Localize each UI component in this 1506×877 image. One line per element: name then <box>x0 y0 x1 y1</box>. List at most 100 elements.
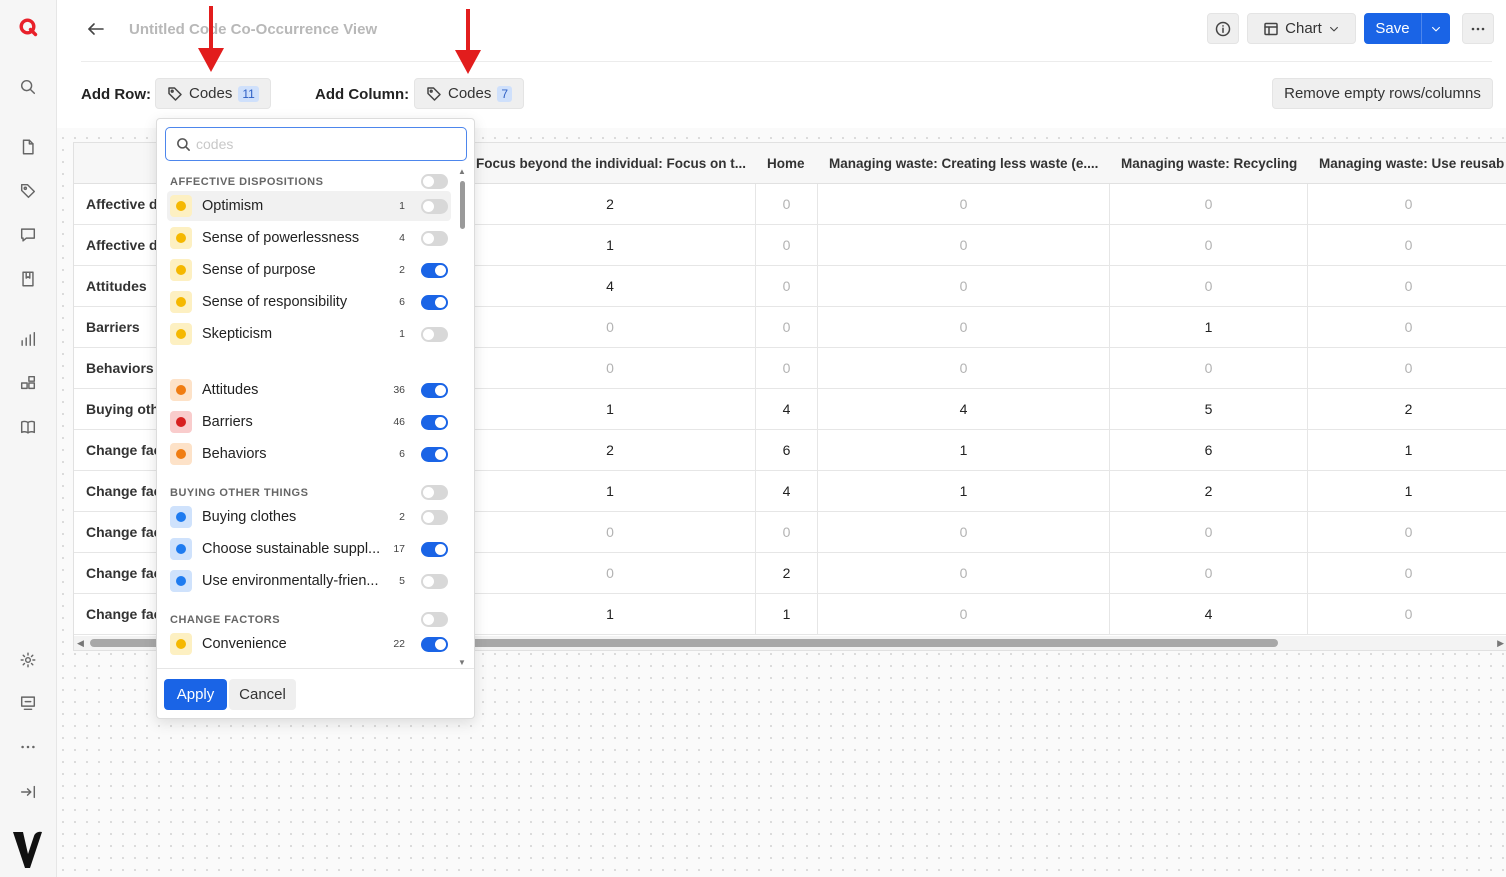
table-cell[interactable]: 0 <box>1109 348 1307 388</box>
table-cell[interactable]: 2 <box>464 430 755 470</box>
row-label[interactable]: Attitudes <box>86 266 147 306</box>
comment-icon[interactable] <box>17 224 39 246</box>
save-button[interactable]: Save <box>1364 13 1421 44</box>
toggle-switch[interactable] <box>421 415 448 430</box>
table-cell[interactable]: 0 <box>1307 348 1506 388</box>
row-label[interactable]: Change fac <box>86 594 161 634</box>
table-cell[interactable]: 0 <box>817 266 1109 306</box>
table-cell[interactable]: 0 <box>1307 594 1506 634</box>
table-cell[interactable]: 0 <box>755 225 817 265</box>
codes-list-scrollbar[interactable]: ▲ ▼ <box>458 167 468 667</box>
table-cell[interactable]: 0 <box>1307 184 1506 224</box>
code-item[interactable]: Sense of powerlessness 4 <box>167 223 451 253</box>
table-cell[interactable]: 0 <box>755 512 817 552</box>
table-cell[interactable]: 4 <box>755 389 817 429</box>
table-cell[interactable]: 0 <box>1109 512 1307 552</box>
document-icon[interactable] <box>17 136 39 158</box>
save-options-button[interactable] <box>1421 13 1450 44</box>
codes-search-field[interactable] <box>165 127 467 161</box>
toggle-switch[interactable] <box>421 510 448 525</box>
table-cell[interactable]: 5 <box>1109 389 1307 429</box>
workflow-icon[interactable] <box>17 372 39 394</box>
toggle-switch[interactable] <box>421 383 448 398</box>
table-cell[interactable]: 0 <box>464 348 755 388</box>
table-cell[interactable]: 0 <box>817 594 1109 634</box>
code-item[interactable]: Use environmentally-frien... 5 <box>167 566 451 596</box>
toggle-switch[interactable] <box>421 174 448 189</box>
table-cell[interactable]: 6 <box>755 430 817 470</box>
row-label[interactable]: Buying oth <box>86 389 159 429</box>
table-cell[interactable]: 1 <box>464 471 755 511</box>
toggle-switch[interactable] <box>421 574 448 589</box>
scroll-up-arrow-icon[interactable]: ▲ <box>458 167 466 176</box>
table-cell[interactable]: 1 <box>1307 471 1506 511</box>
back-arrow-icon[interactable] <box>86 19 108 41</box>
table-cell[interactable]: 0 <box>1109 553 1307 593</box>
toggle-switch[interactable] <box>421 199 448 214</box>
table-cell[interactable]: 0 <box>755 307 817 347</box>
table-cell[interactable]: 0 <box>1109 266 1307 306</box>
table-cell[interactable]: 0 <box>1307 225 1506 265</box>
codes-search-input[interactable] <box>196 134 456 154</box>
toggle-switch[interactable] <box>421 327 448 342</box>
info-button[interactable] <box>1207 13 1239 44</box>
table-cell[interactable]: 2 <box>1109 471 1307 511</box>
collapse-icon[interactable] <box>17 781 39 803</box>
table-cell[interactable]: 4 <box>464 266 755 306</box>
toggle-switch[interactable] <box>421 637 448 652</box>
table-cell[interactable]: 1 <box>464 389 755 429</box>
table-cell[interactable]: 0 <box>464 553 755 593</box>
toggle-switch[interactable] <box>421 612 448 627</box>
table-cell[interactable]: 6 <box>1109 430 1307 470</box>
toggle-switch[interactable] <box>421 447 448 462</box>
table-cell[interactable]: 0 <box>817 512 1109 552</box>
page-title[interactable]: Untitled Code Co-Occurrence View <box>129 21 377 38</box>
table-cell[interactable]: 1 <box>1307 430 1506 470</box>
toggle-switch[interactable] <box>421 295 448 310</box>
table-cell[interactable]: 0 <box>817 225 1109 265</box>
add-column-codes-button[interactable]: Codes 7 <box>414 78 525 109</box>
table-cell[interactable]: 2 <box>755 553 817 593</box>
table-cell[interactable]: 0 <box>1307 266 1506 306</box>
table-cell[interactable]: 0 <box>1109 225 1307 265</box>
apply-button[interactable]: Apply <box>164 679 227 710</box>
code-item[interactable]: Behaviors 6 <box>167 439 451 469</box>
toggle-switch[interactable] <box>421 485 448 500</box>
scroll-down-arrow-icon[interactable]: ▼ <box>458 658 466 667</box>
table-cell[interactable]: 0 <box>817 307 1109 347</box>
code-item[interactable]: Buying clothes 2 <box>167 502 451 532</box>
column-header[interactable]: Focus beyond the individual: Focus on t.… <box>464 143 754 184</box>
table-cell[interactable]: 4 <box>1109 594 1307 634</box>
code-item[interactable]: Sense of purpose 2 <box>167 255 451 285</box>
row-label[interactable]: Barriers <box>86 307 140 347</box>
table-cell[interactable]: 0 <box>464 512 755 552</box>
book-icon[interactable] <box>17 416 39 438</box>
column-header[interactable]: Home <box>755 143 816 184</box>
row-label[interactable]: Affective d <box>86 184 158 224</box>
more-icon[interactable] <box>17 736 39 758</box>
code-item[interactable]: Optimism 1 <box>167 191 451 221</box>
table-cell[interactable]: 4 <box>755 471 817 511</box>
code-item[interactable]: Attitudes 36 <box>167 375 451 405</box>
code-item[interactable]: Choose sustainable suppl... 17 <box>167 534 451 564</box>
toggle-switch[interactable] <box>421 263 448 278</box>
more-options-button[interactable] <box>1462 13 1494 44</box>
code-item[interactable]: Sense of responsibility 6 <box>167 287 451 317</box>
gear-icon[interactable] <box>17 649 39 671</box>
row-label[interactable]: Affective d <box>86 225 158 265</box>
table-cell[interactable]: 0 <box>1109 184 1307 224</box>
table-cell[interactable]: 0 <box>1307 307 1506 347</box>
table-cell[interactable]: 0 <box>464 307 755 347</box>
table-cell[interactable]: 0 <box>817 553 1109 593</box>
feedback-icon[interactable] <box>17 692 39 714</box>
column-header[interactable]: Managing waste: Recycling <box>1109 143 1306 184</box>
toggle-switch[interactable] <box>421 231 448 246</box>
row-label[interactable]: Change fac <box>86 471 161 511</box>
column-header[interactable]: Managing waste: Use reusab <box>1307 143 1506 184</box>
search-icon[interactable] <box>17 76 39 98</box>
table-cell[interactable]: 0 <box>755 348 817 388</box>
table-cell[interactable]: 1 <box>464 225 755 265</box>
table-cell[interactable]: 0 <box>1307 512 1506 552</box>
table-cell[interactable]: 1 <box>755 594 817 634</box>
cancel-button[interactable]: Cancel <box>229 679 296 710</box>
